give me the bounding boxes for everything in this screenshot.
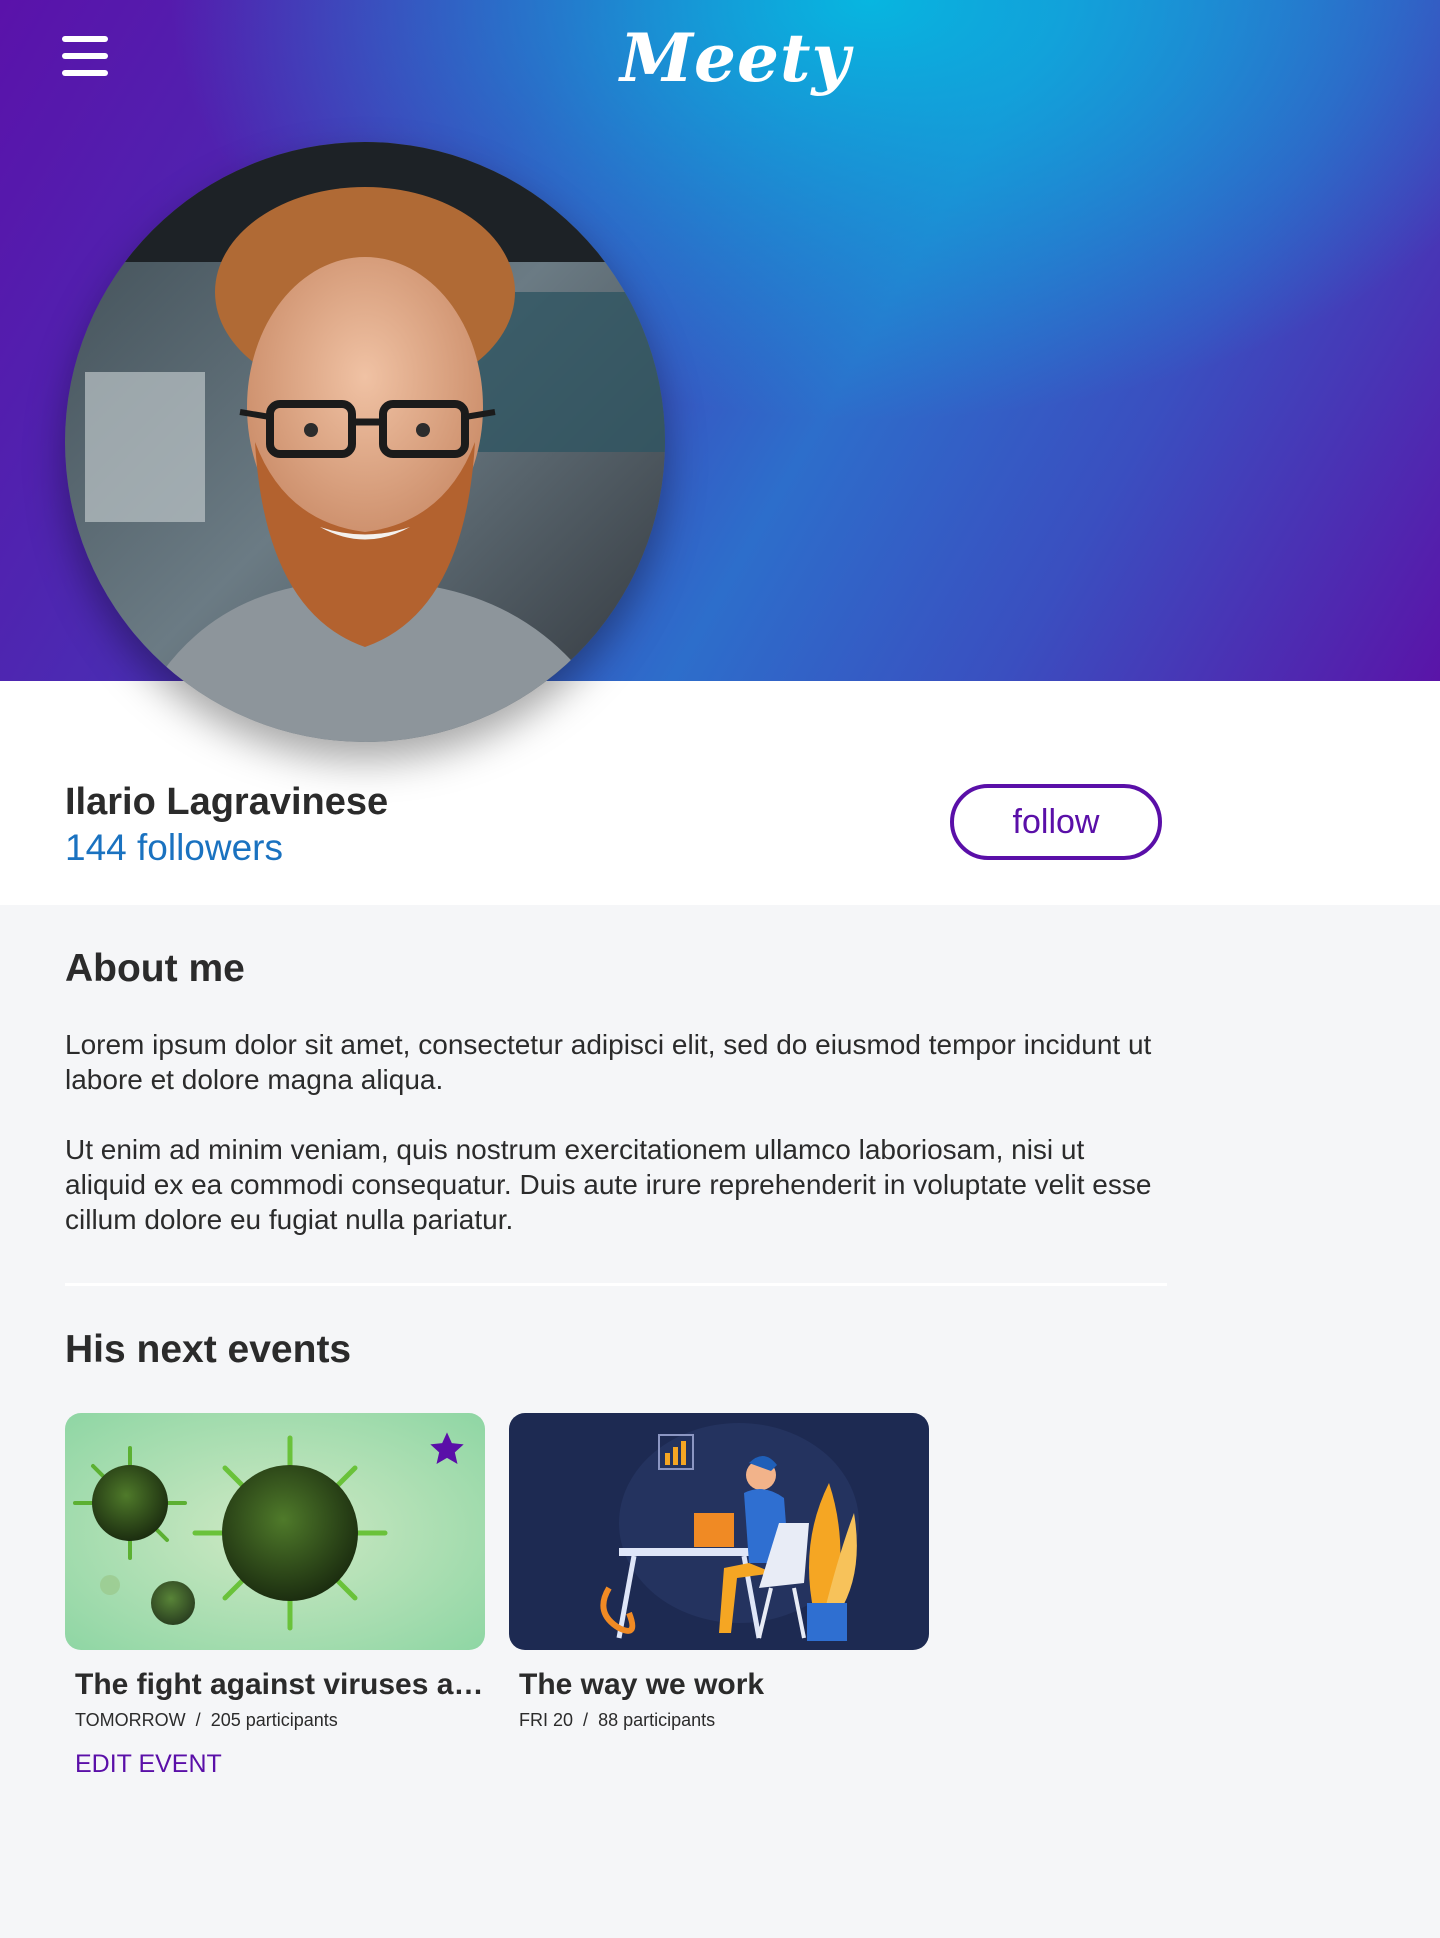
event-date: FRI 20 [519, 1710, 574, 1730]
star-icon[interactable] [427, 1429, 467, 1469]
meta-separator: / [195, 1710, 201, 1730]
event-title[interactable]: The way we work [519, 1665, 929, 1705]
edit-event-link[interactable]: EDIT EVENT [75, 1748, 222, 1780]
about-paragraph-1: Lorem ipsum dolor sit amet, consectetur … [65, 1029, 1152, 1095]
avatar-photo [65, 142, 665, 742]
app-logo[interactable]: Meety [620, 8, 850, 108]
event-card-image-virus[interactable] [65, 1413, 485, 1650]
event-meta: TOMORROW / 205 participants [75, 1709, 338, 1731]
hamburger-menu-icon[interactable] [62, 36, 108, 76]
section-divider [65, 1283, 1167, 1286]
work-illustration [509, 1413, 929, 1650]
event-participants: 205 participants [210, 1710, 338, 1730]
event-title[interactable]: The fight against viruses and bacteria [75, 1665, 485, 1705]
event-meta: FRI 20 / 88 participants [519, 1709, 715, 1731]
event-date: TOMORROW [75, 1710, 186, 1730]
followers-count[interactable]: 144 followers [65, 826, 283, 870]
about-title: About me [65, 947, 245, 990]
profile-name: Ilario Lagravinese [65, 781, 389, 823]
about-paragraph-2: Ut enim ad minim veniam, quis nostrum ex… [65, 1134, 1152, 1235]
events-title: His next events [65, 1328, 352, 1371]
event-card-image-work[interactable] [509, 1413, 929, 1650]
avatar [65, 142, 665, 742]
follow-button[interactable]: follow [950, 784, 1162, 860]
meta-separator: / [583, 1710, 589, 1730]
event-participants: 88 participants [598, 1710, 716, 1730]
virus-illustration [65, 1413, 485, 1650]
